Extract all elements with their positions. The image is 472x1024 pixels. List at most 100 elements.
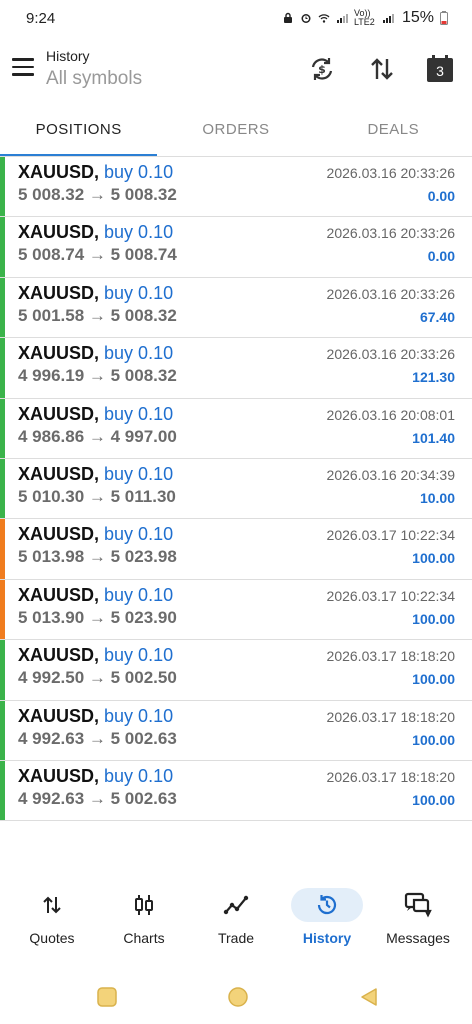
recent-apps-icon[interactable] (96, 986, 118, 1008)
trade-line-icon (200, 888, 272, 922)
position-symbol-line: XAUUSD, buy 0.10 (18, 585, 173, 606)
position-prices: 5 013.90 → 5 023.90 (18, 607, 177, 627)
position-color-bar (0, 338, 5, 398)
quotes-arrows-icon (16, 888, 88, 922)
position-color-bar (0, 700, 5, 760)
position-row[interactable]: XAUUSD, buy 0.10 4 992.63 → 5 002.63 2026.… (0, 700, 472, 761)
position-color-bar (0, 519, 5, 579)
position-symbol-line: XAUUSD, buy 0.10 (18, 766, 173, 787)
status-icons: Vo)) LTE2 15% (282, 9, 448, 27)
position-symbol: XAUUSD, (18, 524, 100, 545)
position-side-volume: buy 0.10 (104, 222, 174, 243)
signal-icon (336, 14, 348, 23)
position-profit: 67.40 (419, 308, 455, 325)
position-side-volume: buy 0.10 (104, 403, 174, 424)
position-symbol-line: XAUUSD, buy 0.10 (18, 524, 173, 545)
position-symbol-line: XAUUSD, buy 0.10 (18, 645, 173, 666)
position-profit: 0.00 (427, 248, 455, 265)
alarm-icon (301, 14, 311, 23)
position-profit: 10.00 (419, 489, 455, 506)
menu-icon[interactable] (12, 58, 34, 76)
position-color-bar (0, 157, 5, 217)
page-title: All symbols (46, 68, 143, 89)
tab-orders[interactable]: ORDERS (157, 108, 314, 156)
messages-icon (382, 888, 454, 922)
position-time: 2026.03.16 20:33:26 (326, 285, 455, 302)
nav-quotes[interactable]: Quotes (7, 888, 97, 946)
position-prices: 4 992.63 → 5 002.63 (18, 728, 177, 748)
position-row[interactable]: XAUUSD, buy 0.10 4 992.50 → 5 002.50 2026.… (0, 640, 472, 701)
position-symbol-line: XAUUSD, buy 0.10 (18, 343, 173, 364)
positions-list: XAUUSD, buy 0.10 5 008.32 → 5 008.32 2026.… (0, 156, 472, 822)
battery-percent: 15% (401, 9, 434, 26)
position-symbol: XAUUSD, (18, 645, 100, 666)
position-prices: 5 001.58 → 5 008.32 (18, 305, 177, 325)
position-row[interactable]: XAUUSD, buy 0.10 4 996.19 → 5 008.32 2026.… (0, 338, 472, 399)
lock-icon (283, 12, 292, 23)
position-side-volume: buy 0.10 (104, 463, 174, 484)
nav-trade[interactable]: Trade (191, 888, 281, 946)
position-color-bar (0, 398, 5, 458)
position-row[interactable]: XAUUSD, buy 0.10 5 013.98 → 5 023.98 2026.… (0, 519, 472, 580)
position-symbol: XAUUSD, (18, 343, 100, 364)
position-prices: 4 996.19 → 5 008.32 (18, 366, 177, 386)
position-row[interactable]: XAUUSD, buy 0.10 5 010.30 → 5 011.30 2026.… (0, 458, 472, 520)
calendar-icon[interactable]: 3 (425, 54, 455, 84)
position-row[interactable]: XAUUSD, buy 0.10 5 001.58 → 5 008.32 2026.… (0, 277, 472, 339)
nav-charts[interactable]: Charts (99, 888, 189, 946)
position-row[interactable]: XAUUSD, buy 0.10 5 008.74 → 5 008.74 2026.… (0, 217, 472, 278)
status-bar: 9:24 Vo)) LTE2 15% (0, 0, 472, 36)
position-time: 2026.03.17 10:22:34 (326, 527, 455, 544)
position-row[interactable]: XAUUSD, buy 0.10 5 013.90 → 5 023.90 2026.… (0, 579, 472, 641)
position-side-volume: buy 0.10 (104, 765, 174, 786)
position-side-volume: buy 0.10 (104, 162, 174, 182)
title-block[interactable]: History All symbols (46, 48, 142, 90)
position-color-bar (0, 640, 5, 700)
position-symbol: XAUUSD, (18, 463, 100, 484)
position-symbol: XAUUSD, (18, 282, 100, 303)
position-color-bar (0, 277, 5, 338)
position-prices: 4 992.50 → 5 002.50 (18, 668, 177, 688)
home-icon[interactable] (227, 986, 249, 1008)
history-clock-icon (291, 888, 363, 922)
position-side-volume: buy 0.10 (104, 705, 174, 726)
position-profit: 100.00 (412, 671, 455, 688)
status-time: 9:24 (26, 9, 56, 27)
position-symbol-line: XAUUSD, buy 0.10 (18, 706, 173, 727)
position-symbol: XAUUSD, (18, 705, 100, 726)
battery-icon (440, 11, 448, 25)
sync-currency-icon[interactable]: $ (307, 54, 337, 84)
position-row[interactable]: XAUUSD, buy 0.10 5 008.32 → 5 008.32 2026.… (0, 157, 472, 218)
page-subtitle: History (46, 48, 90, 64)
position-time: 2026.03.17 10:22:34 (326, 587, 455, 604)
position-prices: 4 986.86 → 4 997.00 (18, 426, 177, 446)
back-icon[interactable] (358, 986, 380, 1008)
position-side-volume: buy 0.10 (104, 524, 174, 545)
position-row[interactable]: XAUUSD, buy 0.10 4 992.63 → 5 002.63 2026.… (0, 760, 472, 822)
position-profit: 100.00 (412, 610, 455, 627)
tab-deals[interactable]: DEALS (315, 108, 472, 156)
tab-positions[interactable]: POSITIONS (0, 108, 158, 156)
position-time: 2026.03.17 18:18:20 (326, 648, 455, 665)
nav-history[interactable]: History (282, 888, 372, 946)
position-profit: 101.40 (412, 429, 455, 446)
candlestick-icon (108, 888, 180, 922)
position-color-bar (0, 579, 5, 640)
network-label: Vo)) LTE2 (353, 8, 375, 27)
position-color-bar (0, 458, 5, 519)
position-profit: 0.00 (427, 188, 455, 204)
sort-icon[interactable] (367, 54, 397, 84)
position-symbol-line: XAUUSD, buy 0.10 (18, 222, 173, 243)
calendar-day: 3 (436, 63, 444, 79)
position-time: 2026.03.16 20:33:26 (326, 225, 455, 242)
nav-messages[interactable]: Messages (373, 888, 463, 946)
position-time: 2026.03.17 18:18:20 (326, 768, 455, 785)
nav-charts-label: Charts (123, 930, 165, 946)
position-symbol: XAUUSD, (18, 584, 100, 605)
position-prices: 5 013.98 → 5 023.98 (18, 547, 177, 567)
position-side-volume: buy 0.10 (104, 584, 174, 605)
position-row[interactable]: XAUUSD, buy 0.10 4 986.86 → 4 997.00 2026.… (0, 398, 472, 459)
position-time: 2026.03.16 20:34:39 (326, 466, 455, 483)
position-prices: 5 010.30 → 5 011.30 (18, 486, 176, 506)
position-symbol: XAUUSD, (18, 765, 100, 786)
